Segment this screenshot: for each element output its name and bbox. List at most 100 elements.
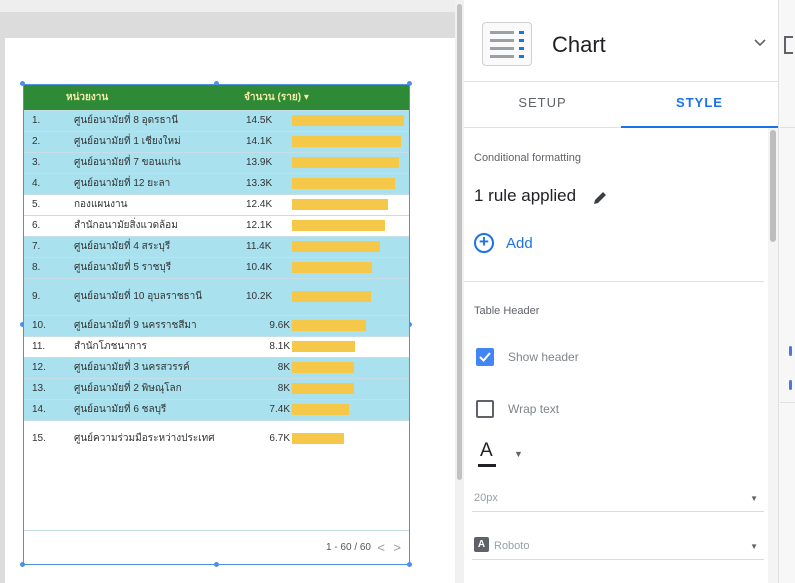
panel-header: Chart — [464, 0, 778, 82]
row-value-cell: 13.9K — [240, 151, 409, 173]
canvas-scrollbar-thumb[interactable] — [457, 4, 462, 480]
row-name: ศูนย์ความร่วมมือระหว่างประเทศ — [60, 419, 240, 457]
row-value-cell: 12.1K — [240, 214, 409, 236]
row-value-label: 8K — [277, 362, 290, 373]
row-index: 1. — [24, 109, 60, 131]
conditional-rule-summary[interactable]: 1 rule applied — [474, 186, 576, 206]
row-value-bar — [292, 404, 349, 415]
font-size-select[interactable]: 20px ▼ — [472, 482, 764, 512]
font-color-icon[interactable]: A — [478, 440, 496, 467]
header-name[interactable]: หน่วยงาน — [60, 85, 240, 110]
chart-type-title[interactable]: Chart — [552, 32, 606, 58]
row-value-label: 13.3K — [246, 178, 273, 189]
side-rail-marker — [789, 380, 792, 390]
row-index: 11. — [24, 335, 60, 357]
table-row[interactable]: 8. ศูนย์อนามัยที่ 5 ราชบุรี 10.4K — [24, 256, 409, 278]
row-value-label: 14.1K — [246, 136, 273, 147]
row-value-label: 14.5K — [246, 115, 273, 126]
row-value-label: 10.4K — [246, 262, 273, 273]
panel-tabs: SETUP STYLE — [464, 82, 778, 128]
chart-type-icon[interactable] — [482, 22, 532, 66]
row-name: ศูนย์อนามัยที่ 6 ชลบุรี — [60, 398, 240, 420]
side-rail — [778, 0, 795, 583]
row-value-bar — [292, 178, 395, 189]
table-row[interactable]: 13. ศูนย์อนามัยที่ 2 พิษณุโลก 8K — [24, 377, 409, 399]
row-name: ศูนย์อนามัยที่ 2 พิษณุโลก — [60, 377, 240, 399]
row-value-bar — [292, 320, 366, 331]
table-row[interactable]: 14. ศูนย์อนามัยที่ 6 ชลบุรี 7.4K — [24, 398, 409, 420]
font-family-select[interactable]: A Roboto ▼ — [472, 530, 764, 560]
data-table: หน่วยงาน จำนวน (ราย) ▾ 1. ศูนย์อนามัยที่ … — [24, 85, 409, 457]
table-row[interactable]: 2. ศูนย์อนามัยที่ 1 เชียงใหม่ 14.1K — [24, 130, 409, 152]
row-value-bar — [292, 433, 344, 445]
row-name: ศูนย์อนามัยที่ 7 ขอนแก่น — [60, 151, 240, 173]
font-size-value: 20px — [474, 492, 498, 504]
dropdown-caret-icon: ▼ — [750, 494, 758, 503]
table-row[interactable]: 9. ศูนย์อนามัยที่ 10 อุบลราชธานี 10.2K — [24, 277, 409, 315]
dropdown-caret-icon[interactable]: ▼ — [514, 449, 523, 459]
row-value-label: 12.4K — [246, 199, 273, 210]
table-header-label: Table Header — [474, 305, 540, 317]
row-value-label: 8K — [277, 383, 290, 394]
row-value-cell: 8.1K — [240, 335, 409, 357]
row-value-bar — [292, 241, 380, 252]
table-row[interactable]: 5. กองแผนงาน 12.4K — [24, 193, 409, 215]
row-index: 9. — [24, 277, 60, 315]
row-index: 7. — [24, 235, 60, 257]
tab-style[interactable]: STYLE — [621, 82, 778, 128]
row-value-cell: 14.5K — [240, 109, 409, 131]
data-panel-icon[interactable] — [784, 36, 793, 54]
row-value-cell: 10.2K — [240, 277, 409, 315]
row-value-bar — [292, 136, 401, 147]
table-body: 1. ศูนย์อนามัยที่ 8 อุดรธานี 14.5K 2. ศูนย์อ… — [24, 109, 409, 457]
row-index: 15. — [24, 419, 60, 457]
wrap-text-option[interactable]: Wrap text — [476, 398, 559, 420]
checkbox-checked-icon[interactable] — [476, 348, 494, 366]
row-name: กองแผนงาน — [60, 193, 240, 215]
row-name: ศูนย์อนามัยที่ 4 สระบุรี — [60, 235, 240, 257]
table-row[interactable]: 4. ศูนย์อนามัยที่ 12 ยะลา 13.3K — [24, 172, 409, 194]
row-value-bar — [292, 291, 371, 302]
row-value-cell: 8K — [240, 377, 409, 399]
pager-next-icon[interactable]: > — [393, 540, 401, 555]
properties-panel: Chart SETUP STYLE Conditional formatting… — [464, 0, 778, 583]
show-header-option[interactable]: Show header — [476, 346, 579, 368]
dropdown-caret-icon: ▼ — [750, 542, 758, 551]
table-row[interactable]: 3. ศูนย์อนามัยที่ 7 ขอนแก่น 13.9K — [24, 151, 409, 173]
row-name: ศูนย์อนามัยที่ 9 นครราชสีมา — [60, 314, 240, 336]
show-header-label: Show header — [508, 350, 579, 364]
table-row[interactable]: 7. ศูนย์อนามัยที่ 4 สระบุรี 11.4K — [24, 235, 409, 257]
row-value-label: 9.6K — [269, 320, 290, 331]
font-family-value: Roboto — [494, 540, 530, 552]
row-name: ศูนย์อนามัยที่ 12 ยะลา — [60, 172, 240, 194]
table-chart[interactable]: หน่วยงาน จำนวน (ราย) ▾ 1. ศูนย์อนามัยที่ … — [20, 81, 412, 567]
header-count-sort[interactable]: จำนวน (ราย) ▾ — [240, 85, 409, 110]
table-row[interactable]: 6. สำนักอนามัยสิ่งแวดล้อม 12.1K — [24, 214, 409, 236]
row-value-label: 6.7K — [269, 433, 290, 445]
table-row[interactable]: 11. สำนักโภชนาการ 8.1K — [24, 335, 409, 357]
add-rule-button[interactable]: + Add — [474, 232, 533, 254]
table-row[interactable]: 1. ศูนย์อนามัยที่ 8 อุดรธานี 14.5K — [24, 109, 409, 131]
pencil-icon[interactable] — [592, 190, 608, 206]
row-index: 2. — [24, 130, 60, 152]
chevron-down-icon[interactable] — [752, 34, 768, 50]
tab-setup[interactable]: SETUP — [464, 82, 621, 128]
pager-range: 1 - 60 / 60 — [325, 542, 371, 553]
table-row[interactable]: 15. ศูนย์ความร่วมมือระหว่างประเทศ 6.7K — [24, 419, 409, 457]
table-pager: 1 - 60 / 60 < > — [24, 530, 409, 564]
row-index: 13. — [24, 377, 60, 399]
active-tab-indicator — [621, 126, 778, 128]
checkbox-empty-icon[interactable] — [476, 400, 494, 418]
panel-scrollbar[interactable] — [768, 128, 778, 583]
table-row[interactable]: 10. ศูนย์อนามัยที่ 9 นครราชสีมา 9.6K — [24, 314, 409, 336]
row-value-cell: 13.3K — [240, 172, 409, 194]
panel-scrollbar-thumb[interactable] — [770, 130, 776, 242]
pager-prev-icon[interactable]: < — [377, 540, 385, 555]
canvas-scrollbar[interactable] — [455, 0, 464, 583]
row-name: ศูนย์อนามัยที่ 8 อุดรธานี — [60, 109, 240, 131]
side-rail-tab — [780, 82, 795, 128]
row-value-cell: 10.4K — [240, 256, 409, 278]
table-row[interactable]: 12. ศูนย์อนามัยที่ 3 นครสวรรค์ 8K — [24, 356, 409, 378]
font-color-letter: A — [480, 440, 493, 461]
row-value-label: 7.4K — [269, 404, 290, 415]
